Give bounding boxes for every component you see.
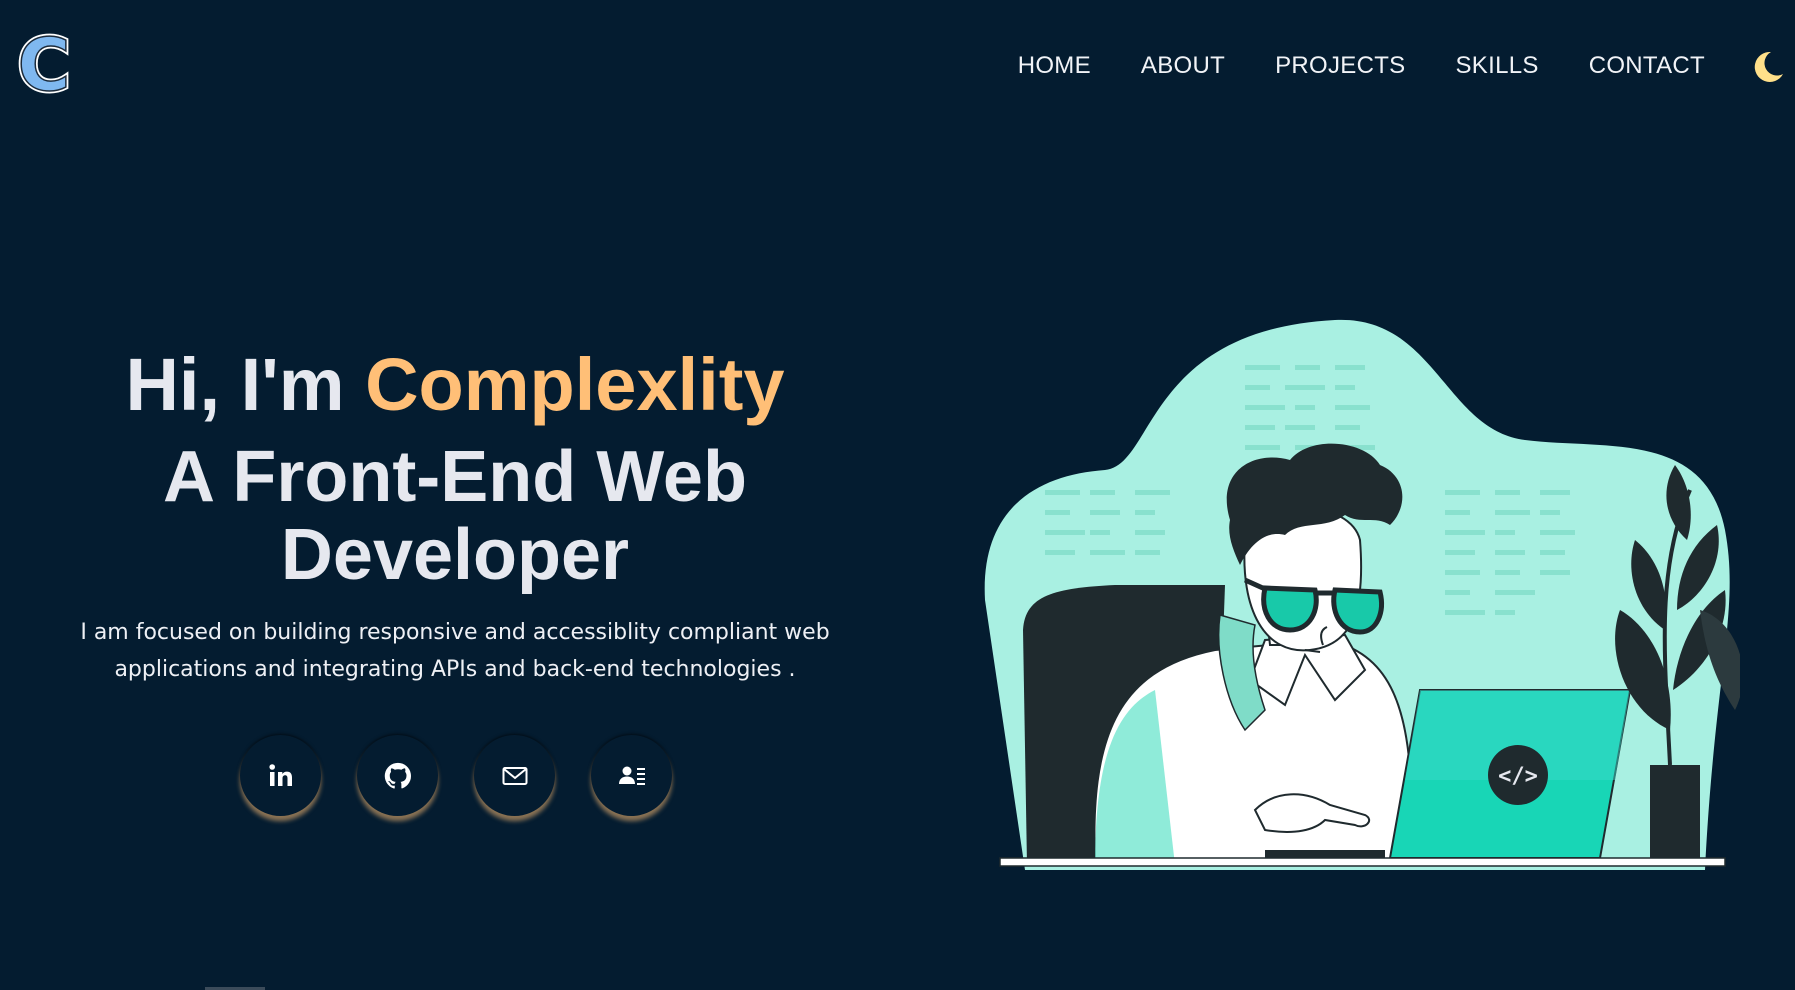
hero-name: Complexlity — [365, 343, 785, 426]
social-links — [240, 735, 672, 816]
logo-outline: C — [18, 32, 71, 102]
hero-section: Hi, I'm Complexlity A Front-End Web Deve… — [40, 340, 870, 688]
greeting-text: Hi, I'm — [125, 343, 366, 426]
github-button[interactable] — [357, 735, 438, 816]
hero-description: I am focused on building responsive and … — [80, 620, 830, 682]
moon-icon — [1754, 51, 1783, 82]
developer-at-laptop-image: </> — [984, 319, 1743, 870]
logo-c-icon: C C — [15, 21, 73, 110]
portfolio-page: C C HOME ABOUT PROJECTS SKILLS CONTACT H… — [0, 0, 1795, 990]
resume-button[interactable] — [591, 735, 672, 816]
logo[interactable]: C C — [12, 21, 76, 110]
nav-skills[interactable]: SKILLS — [1456, 52, 1539, 80]
hero-headline: A Front-End Web Developer — [163, 437, 747, 595]
github-icon — [384, 762, 411, 789]
code-badge: </> — [1498, 764, 1538, 789]
nav-home[interactable]: HOME — [1018, 52, 1091, 80]
linkedin-icon — [268, 763, 292, 786]
contact-card-icon — [618, 766, 645, 785]
main-nav: HOME ABOUT PROJECTS SKILLS CONTACT — [1018, 52, 1705, 80]
mail-icon — [502, 766, 527, 785]
linkedin-button[interactable] — [240, 735, 321, 816]
mail-button[interactable] — [474, 735, 555, 816]
nav-about[interactable]: ABOUT — [1141, 52, 1225, 80]
hero-greeting: Hi, I'm Complexlity — [40, 340, 870, 430]
developer-illustration: </> — [965, 310, 1743, 880]
nav-projects[interactable]: PROJECTS — [1275, 52, 1405, 80]
nav-contact[interactable]: CONTACT — [1589, 52, 1705, 80]
theme-toggle-button[interactable] — [1747, 47, 1787, 87]
